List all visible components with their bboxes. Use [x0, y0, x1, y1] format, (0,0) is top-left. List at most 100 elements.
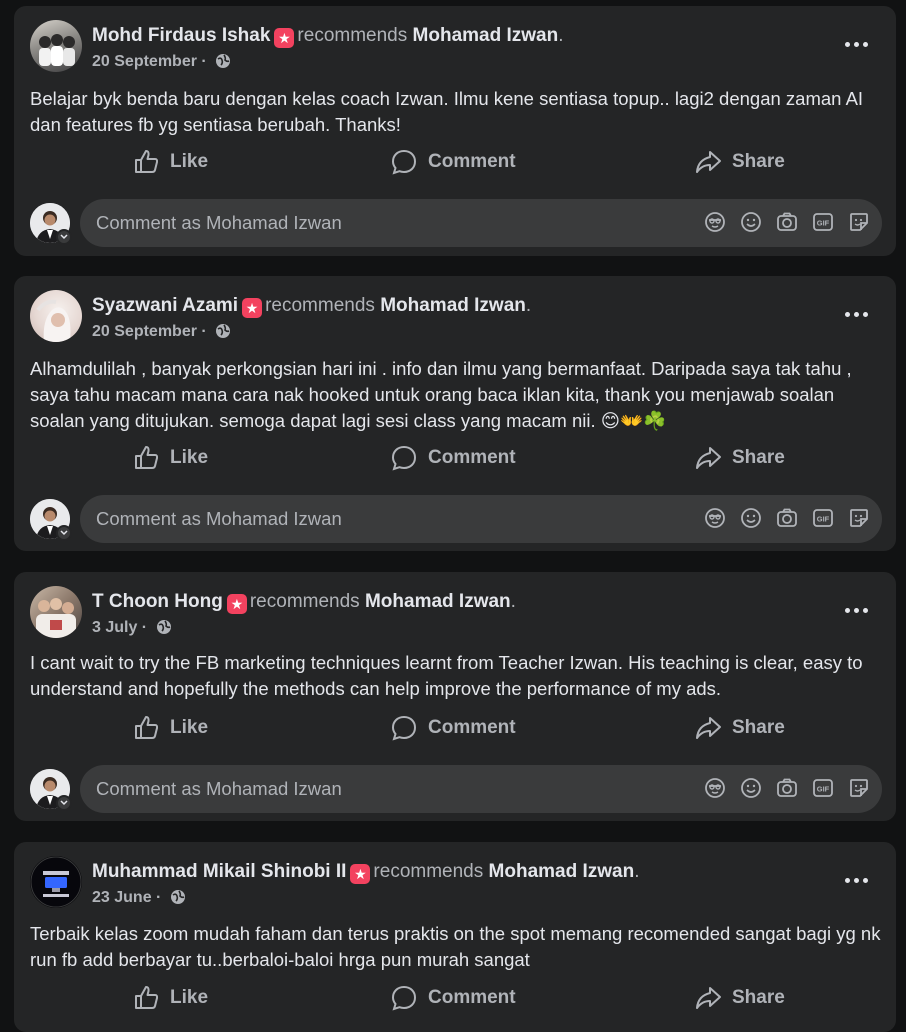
comment-placeholder: Comment as Mohamad Izwan: [96, 508, 342, 529]
author-avatar[interactable]: [30, 856, 82, 908]
thumbs-up-icon: [135, 150, 159, 173]
author-name[interactable]: Mohd Firdaus Ishak: [92, 25, 270, 46]
svg-text:GIF: GIF: [817, 515, 830, 524]
comment-toolbar: GIF: [704, 507, 870, 529]
thumbs-up-icon: [135, 716, 159, 739]
star-icon: ★: [242, 298, 263, 318]
post-meta: 20 September ·: [92, 322, 231, 342]
chevron-down-icon[interactable]: [56, 795, 72, 811]
post-meta: 3 July ·: [92, 618, 172, 638]
page-name[interactable]: Mohamad Izwan: [380, 295, 526, 316]
like-label: Like: [170, 987, 209, 1008]
more-options-icon[interactable]: [842, 870, 870, 890]
star-icon: ★: [350, 864, 371, 884]
svg-text:GIF: GIF: [817, 785, 830, 794]
share-arrow-icon: [696, 717, 721, 739]
recommends-text: recommends: [373, 861, 484, 882]
emoji-icon[interactable]: [740, 507, 762, 529]
author-name[interactable]: T Choon Hong: [92, 591, 223, 612]
avatar-sticker-icon[interactable]: [704, 777, 726, 799]
author-name[interactable]: Syazwani Azami: [92, 295, 238, 316]
like-button[interactable]: Like: [132, 711, 208, 745]
more-options-icon[interactable]: [842, 600, 870, 620]
post-text: Alhamdulilah , banyak perkongsian hari i…: [30, 358, 852, 431]
emoji-icon[interactable]: [740, 777, 762, 799]
comment-toolbar: GIF: [704, 777, 870, 799]
globe-icon: [170, 890, 185, 904]
comment-placeholder: Comment as Mohamad Izwan: [96, 212, 342, 233]
comment-input[interactable]: Comment as Mohamad Izwan GIF: [80, 765, 882, 813]
globe-icon: [156, 620, 171, 634]
author-avatar[interactable]: [30, 20, 82, 72]
post-date[interactable]: 3 July: [92, 619, 137, 636]
more-options-icon[interactable]: [842, 304, 870, 324]
action-bar: Like Comment Share: [14, 711, 896, 745]
comment-bubble-icon: [391, 715, 417, 741]
emoji-icon[interactable]: [740, 211, 762, 233]
comment-button[interactable]: Comment: [390, 441, 516, 475]
author-name[interactable]: Muhammad Mikail Shinobi II: [92, 861, 346, 882]
comment-bubble-icon: [391, 985, 417, 1011]
comment-composer: Comment as Mohamad Izwan GIF: [30, 495, 882, 543]
like-button[interactable]: Like: [132, 441, 208, 475]
comment-button[interactable]: Comment: [390, 981, 516, 1015]
gif-icon[interactable]: GIF: [812, 777, 834, 799]
chevron-down-icon[interactable]: [56, 525, 72, 541]
avatar-sticker-icon[interactable]: [704, 211, 726, 233]
share-label: Share: [732, 447, 785, 468]
author-avatar[interactable]: [30, 586, 82, 638]
page-name[interactable]: Mohamad Izwan: [365, 591, 511, 612]
post-title: T Choon Hong ★ recommends Mohamad Izwan.: [92, 591, 516, 614]
globe-icon: [216, 54, 231, 68]
more-options-icon[interactable]: [842, 34, 870, 54]
like-button[interactable]: Like: [132, 145, 208, 179]
share-button[interactable]: Share: [694, 145, 785, 179]
post-meta: 23 June ·: [92, 888, 186, 908]
post-text: I cant wait to try the FB marketing tech…: [30, 652, 863, 699]
post-date[interactable]: 23 June: [92, 889, 152, 906]
comment-label: Comment: [428, 151, 516, 172]
thumbs-up-icon: [135, 986, 159, 1009]
page-name[interactable]: Mohamad Izwan: [413, 25, 559, 46]
page-name[interactable]: Mohamad Izwan: [489, 861, 635, 882]
thumbs-up-icon: [135, 446, 159, 469]
gif-icon[interactable]: GIF: [812, 211, 834, 233]
comment-button[interactable]: Comment: [390, 711, 516, 745]
share-button[interactable]: Share: [694, 711, 785, 745]
recommends-text: recommends: [265, 295, 375, 316]
action-bar: Like Comment Share: [14, 981, 896, 1015]
avatar-sticker-icon[interactable]: [704, 507, 726, 529]
sticker-icon[interactable]: [848, 777, 870, 799]
post-text: Terbaik kelas zoom mudah faham dan terus…: [30, 923, 881, 970]
recommendation-post: Syazwani Azami ★ recommends Mohamad Izwan.…: [14, 276, 896, 551]
sticker-icon[interactable]: [848, 507, 870, 529]
like-button[interactable]: Like: [132, 981, 208, 1015]
comment-toolbar: GIF: [704, 211, 870, 233]
like-label: Like: [170, 717, 209, 738]
chevron-down-icon[interactable]: [56, 229, 72, 245]
comment-button[interactable]: Comment: [390, 145, 516, 179]
post-title: Syazwani Azami ★ recommends Mohamad Izwan.: [92, 295, 532, 318]
comment-label: Comment: [428, 987, 516, 1008]
recommends-text: recommends: [249, 591, 360, 612]
comment-input[interactable]: Comment as Mohamad Izwan GIF: [80, 495, 882, 543]
comment-composer: Comment as Mohamad Izwan GIF: [30, 765, 882, 813]
gif-icon[interactable]: GIF: [812, 507, 834, 529]
share-button[interactable]: Share: [694, 981, 785, 1015]
post-date[interactable]: 20 September: [92, 53, 197, 70]
camera-icon[interactable]: [776, 507, 798, 529]
comment-label: Comment: [428, 447, 516, 468]
comment-composer: Comment as Mohamad Izwan GIF: [30, 199, 882, 247]
post-date[interactable]: 20 September: [92, 323, 197, 340]
camera-icon[interactable]: [776, 777, 798, 799]
camera-icon[interactable]: [776, 211, 798, 233]
post-header: Syazwani Azami ★ recommends Mohamad Izwan.…: [30, 290, 880, 344]
post-header: T Choon Hong ★ recommends Mohamad Izwan. 3…: [30, 586, 880, 640]
post-text: Belajar byk benda baru dengan kelas coac…: [30, 88, 864, 135]
post-header: Mohd Firdaus Ishak ★ recommends Mohamad Iz…: [30, 20, 880, 74]
post-title: Muhammad Mikail Shinobi II ★ recommends Mo…: [92, 861, 640, 884]
sticker-icon[interactable]: [848, 211, 870, 233]
author-avatar[interactable]: [30, 290, 82, 342]
share-button[interactable]: Share: [694, 441, 785, 475]
comment-input[interactable]: Comment as Mohamad Izwan GIF: [80, 199, 882, 247]
